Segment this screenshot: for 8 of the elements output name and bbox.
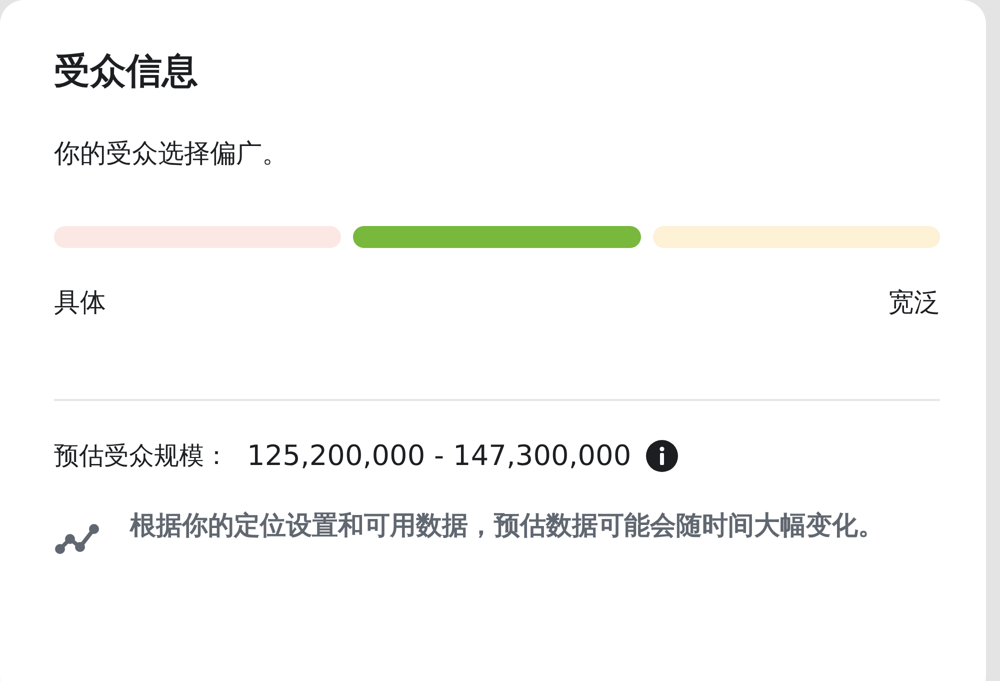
meter-min-label: 具体	[54, 287, 106, 320]
meter-max-label: 宽泛	[888, 287, 940, 320]
estimate-value: 125,200,000 - 147,300,000	[247, 438, 632, 474]
estimate-label: 预估受众规模：	[54, 440, 229, 472]
summary-text: 你的受众选择偏广。	[54, 138, 289, 171]
card-title: 受众信息	[54, 50, 199, 94]
note-text: 根据你的定位设置和可用数据，预估数据可能会随时间大幅变化。	[130, 510, 885, 543]
info-icon[interactable]	[645, 439, 680, 473]
